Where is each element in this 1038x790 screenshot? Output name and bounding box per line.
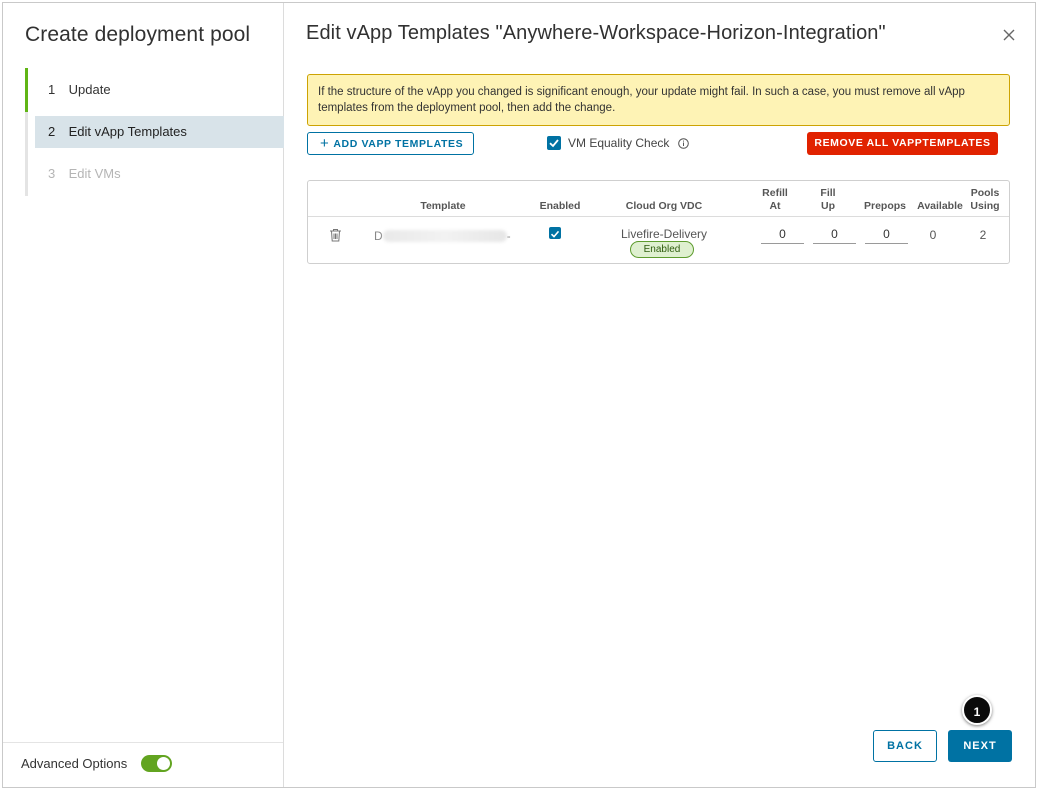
table-header: Template Enabled Cloud Org VDC Refill At… [308,181,1009,217]
step-number: 1 [48,82,56,97]
remove-all-vapptemplates-button[interactable]: REMOVE ALL VAPPTEMPLATES [807,132,998,155]
vapp-templates-table: Template Enabled Cloud Org VDC Refill At… [307,180,1010,264]
wizard-dialog: Create deployment pool 1 Update 2 Edit v… [2,2,1036,788]
available-value: 0 [929,228,937,242]
checkmark-icon [550,230,560,238]
prepops-input[interactable] [865,225,908,244]
warning-alert: If the structure of the vApp you changed… [307,74,1010,126]
column-header-enabled: Enabled [539,200,581,212]
step-number: 2 [48,124,56,139]
step-label: Update [68,82,111,97]
column-header-refill-at: At [769,200,781,212]
trash-icon[interactable] [329,228,342,242]
column-header-fill: Fill [820,187,836,199]
back-button[interactable]: BACK [873,730,937,762]
column-header-cloud-org-vdc: Cloud Org VDC [625,200,703,212]
status-badge: Enabled [630,241,694,258]
toggle-knob [157,757,170,770]
step-number: 3 [48,166,56,181]
column-header-pools: Pools [970,187,1000,199]
advanced-options-label: Advanced Options [21,756,128,771]
step-edit-vms: 3 Edit VMs [35,158,284,190]
vm-equality-label: VM Equality Check [568,136,670,150]
wizard-title: Create deployment pool [25,23,251,46]
step-update[interactable]: 1 Update [35,74,284,106]
fill-up-input[interactable] [813,225,856,244]
row-enabled-checkbox[interactable] [549,227,561,239]
column-header-refill: Refill [762,187,788,199]
step-label: Edit vApp Templates [68,124,187,139]
pools-using-value: 2 [979,228,987,242]
page-title: Edit vApp Templates "Anywhere-Workspace-… [306,22,886,44]
column-header-available: Available [917,200,963,212]
advanced-options-toggle[interactable] [141,755,172,772]
wizard-sidebar: Create deployment pool 1 Update 2 Edit v… [3,3,284,787]
wizard-steps: 1 Update 2 Edit vApp Templates 3 Edit VM… [25,68,284,196]
column-header-template: Template [420,200,466,212]
plus-icon: + [320,135,330,152]
add-button-label: ADD VAPP TEMPLATES [333,138,464,150]
column-header-pools-using: Using [970,200,1000,212]
column-header-prepops: Prepops [863,200,906,212]
advanced-options-row: Advanced Options [3,742,283,787]
step-label: Edit VMs [68,166,121,181]
template-suffix: - [506,229,511,243]
step-callout-badge: 1 [962,695,992,725]
refill-at-input[interactable] [761,225,804,244]
column-header-fill-up: Up [821,200,835,212]
vm-equality-checkbox[interactable] [547,136,561,150]
info-icon[interactable] [678,138,689,149]
template-name-redacted: D- [374,229,511,243]
next-button[interactable]: NEXT [948,730,1012,762]
checkmark-icon [549,139,559,148]
step-edit-vapp-templates[interactable]: 2 Edit vApp Templates [35,116,284,148]
close-icon[interactable] [1001,27,1017,43]
step-complete-indicator [25,68,28,112]
template-prefix: D [374,229,383,243]
cloud-org-vdc-name: Livefire-Delivery [620,227,708,241]
redaction-blur [382,230,507,242]
add-vapp-templates-button[interactable]: + ADD VAPP TEMPLATES [307,132,474,155]
